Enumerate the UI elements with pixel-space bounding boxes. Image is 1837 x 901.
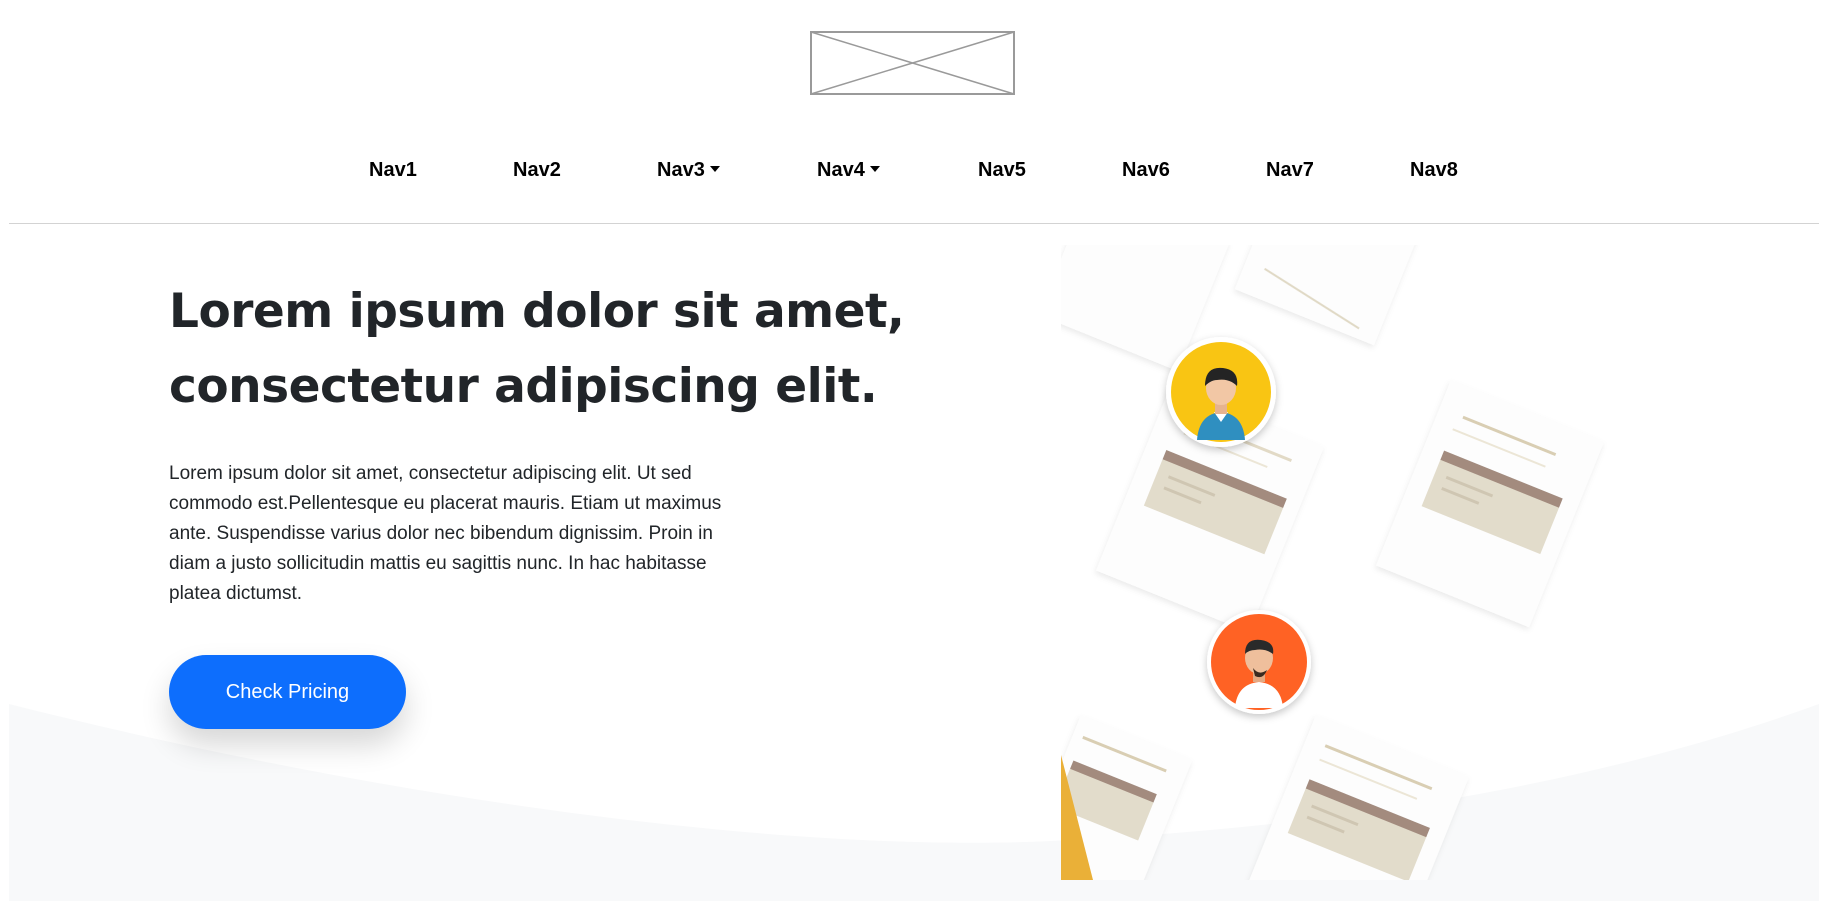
nav-item-label: Nav3 <box>657 159 705 181</box>
nav-item-4-dropdown[interactable]: Nav4 <box>817 150 880 190</box>
document-card <box>1234 245 1431 346</box>
user-avatar-icon <box>1207 610 1311 714</box>
document-card <box>1376 380 1604 628</box>
hero-title: Lorem ipsum dolor sit amet, consectetur … <box>169 284 905 414</box>
nav-item-2[interactable]: Nav2 <box>513 150 561 190</box>
nav-item-label: Nav2 <box>513 159 561 181</box>
nav-item-1[interactable]: Nav1 <box>369 150 417 190</box>
header-divider <box>9 223 1819 224</box>
nav-item-5[interactable]: Nav5 <box>978 150 1026 190</box>
nav-item-label: Nav1 <box>369 159 417 181</box>
nav-item-3-dropdown[interactable]: Nav3 <box>657 150 720 190</box>
nav-item-label: Nav5 <box>978 159 1026 181</box>
nav-item-label: Nav7 <box>1266 159 1314 181</box>
user-avatar-icon <box>1166 337 1276 447</box>
check-pricing-button[interactable]: Check Pricing <box>169 655 406 729</box>
hero-illustration <box>1061 245 1604 880</box>
page: Nav1 Nav2 Nav3 Nav4 Nav5 Nav6 Nav7 Nav8 … <box>9 0 1819 901</box>
nav-item-label: Nav6 <box>1122 159 1170 181</box>
logo-placeholder-icon[interactable] <box>810 31 1015 95</box>
document-card <box>1248 715 1469 880</box>
nav-item-8[interactable]: Nav8 <box>1410 150 1458 190</box>
caret-down-icon <box>709 166 720 172</box>
hero-description: Lorem ipsum dolor sit amet, consectetur … <box>169 463 722 604</box>
main-nav: Nav1 Nav2 Nav3 Nav4 Nav5 Nav6 Nav7 Nav8 <box>9 150 1819 190</box>
nav-item-label: Nav4 <box>817 159 865 181</box>
caret-down-icon <box>869 166 880 172</box>
nav-item-7[interactable]: Nav7 <box>1266 150 1314 190</box>
nav-item-6[interactable]: Nav6 <box>1122 150 1170 190</box>
nav-item-label: Nav8 <box>1410 159 1458 181</box>
